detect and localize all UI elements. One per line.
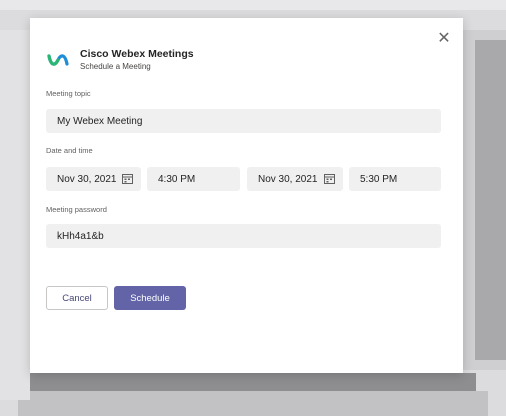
webex-logo-icon: [47, 54, 69, 66]
meeting-topic-input[interactable]: My Webex Meeting: [46, 109, 441, 133]
dialog-header: Cisco Webex Meetings Schedule a Meeting: [47, 48, 194, 72]
start-date-picker[interactable]: Nov 30, 2021: [46, 167, 141, 191]
backdrop-block: [475, 40, 506, 360]
dialog-subtitle: Schedule a Meeting: [80, 62, 151, 71]
schedule-button[interactable]: Schedule: [114, 286, 186, 310]
meeting-password-input[interactable]: kHh4a1&b: [46, 224, 441, 248]
password-label: Meeting password: [46, 205, 107, 214]
meeting-password-value: kHh4a1&b: [57, 230, 104, 242]
end-time-value: 5:30 PM: [360, 173, 398, 185]
calendar-icon[interactable]: [122, 173, 133, 184]
topic-label: Meeting topic: [46, 89, 91, 98]
start-date-value: Nov 30, 2021: [57, 173, 117, 185]
start-time-value: 4:30 PM: [158, 173, 196, 185]
calendar-icon[interactable]: [324, 173, 335, 184]
schedule-dialog: ✕ Cisco Webex Meetings Schedule a Meetin…: [30, 18, 463, 373]
meeting-topic-value: My Webex Meeting: [57, 115, 143, 127]
backdrop-block: [18, 391, 488, 416]
cancel-button[interactable]: Cancel: [46, 286, 108, 310]
end-date-picker[interactable]: Nov 30, 2021: [247, 167, 343, 191]
start-time-picker[interactable]: 4:30 PM: [147, 167, 240, 191]
backdrop-block: [0, 0, 506, 10]
end-date-value: Nov 30, 2021: [258, 173, 318, 185]
close-icon[interactable]: ✕: [437, 31, 451, 47]
backdrop-block: [0, 30, 30, 400]
app-title: Cisco Webex Meetings: [80, 48, 194, 60]
backdrop-block: [30, 373, 476, 391]
end-time-picker[interactable]: 5:30 PM: [349, 167, 441, 191]
header-text: Cisco Webex Meetings Schedule a Meeting: [80, 48, 194, 72]
datetime-label: Date and time: [46, 146, 93, 155]
